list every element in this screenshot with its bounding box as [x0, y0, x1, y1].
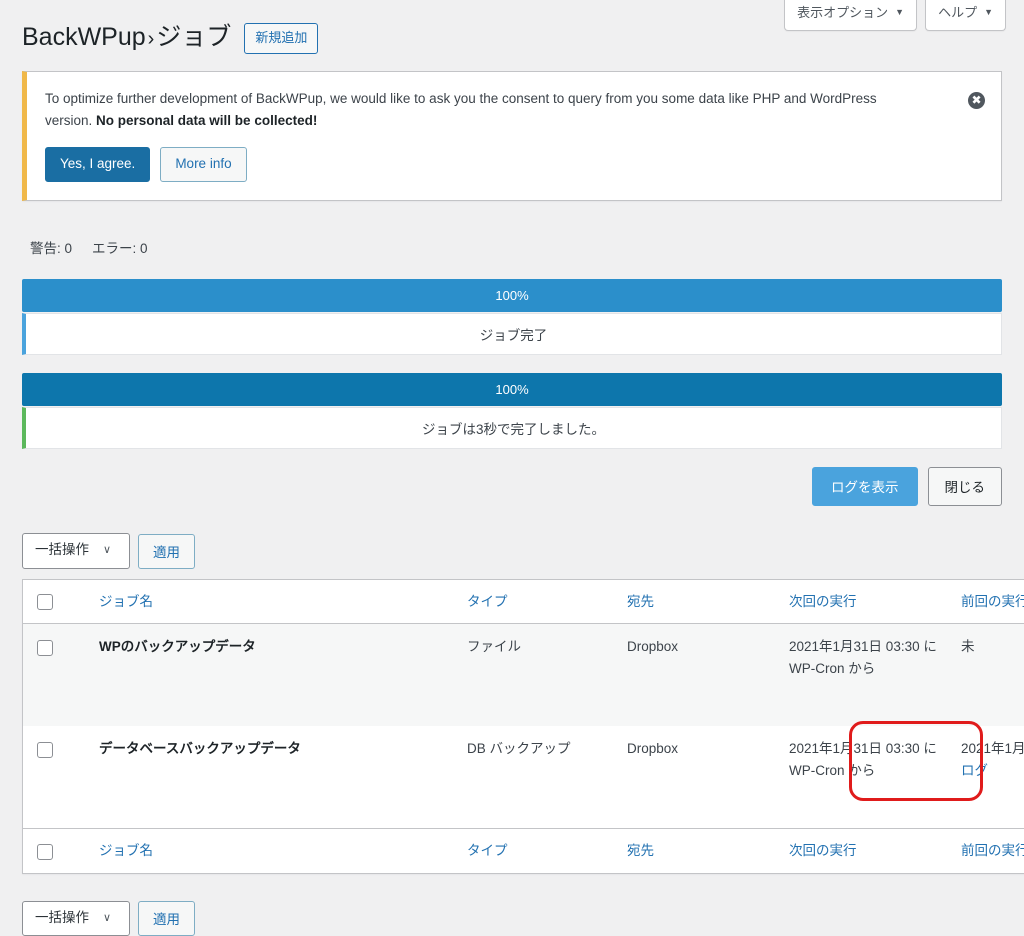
select-all-footer: [23, 829, 90, 874]
progress-percent-step: 100%: [495, 383, 528, 396]
page-title: BackWPup›ジョブ: [22, 21, 231, 54]
consent-notice-text: To optimize further development of BackW…: [45, 88, 925, 133]
cell-job-last-run: 未: [951, 624, 1024, 727]
counters: 警告: 0 エラー: 0: [30, 237, 1002, 257]
column-header-name[interactable]: ジョブ名: [89, 579, 457, 624]
add-new-job-button[interactable]: 新規追加: [244, 23, 318, 55]
page-title-sub: ジョブ: [156, 23, 231, 51]
screen-options-label: 表示オプション: [797, 5, 888, 21]
page-title-main: BackWPup: [22, 23, 146, 51]
jobs-table-foot: ジョブ名 タイプ 宛先 次回の実行 前回の実行: [23, 829, 1024, 874]
column-header-next-run[interactable]: 次回の実行: [779, 579, 951, 624]
cell-job-last-run: 2021年1月30日 18:50 ログ: [951, 726, 1024, 829]
more-info-button[interactable]: More info: [160, 147, 246, 183]
chevron-down-icon: ∨: [103, 910, 111, 927]
jobs-table-body: WPのバックアップデータ ファイル Dropbox 2021年1月31日 03:…: [23, 624, 1024, 829]
column-footer-name[interactable]: ジョブ名: [89, 829, 457, 874]
log-actions: ログを表示 閉じる: [22, 467, 1002, 506]
error-count: エラー: 0: [92, 237, 148, 257]
progress-bar-step: 100%: [22, 373, 1002, 406]
column-footer-destination[interactable]: 宛先: [617, 829, 779, 874]
chevron-down-icon: ▼: [895, 8, 904, 17]
cell-job-type: ファイル: [457, 624, 617, 727]
row-select-cell: [23, 624, 90, 727]
job-name-link[interactable]: WPのバックアップデータ: [99, 639, 256, 654]
tablenav-bottom: 一括操作 ∨ 適用: [22, 901, 1002, 936]
consent-notice: To optimize further development of BackW…: [22, 71, 1002, 201]
help-button[interactable]: ヘルプ ▼: [925, 0, 1006, 31]
bulk-action-label-top: 一括操作: [35, 540, 89, 560]
screen-meta-links: 表示オプション ▼ ヘルプ ▼: [784, 0, 1006, 31]
jobs-table-head: ジョブ名 タイプ 宛先 次回の実行 前回の実行: [23, 579, 1024, 624]
job-name-link[interactable]: データベースバックアップデータ: [99, 741, 301, 756]
row-select-cell: [23, 726, 90, 829]
show-log-button[interactable]: ログを表示: [812, 467, 918, 506]
apply-button-bottom[interactable]: 適用: [138, 901, 195, 936]
jobs-table: ジョブ名 タイプ 宛先 次回の実行 前回の実行 WPのバックアップデータ ファイ…: [22, 579, 1024, 874]
progress-bar-overall: 100%: [22, 279, 1002, 312]
select-all-checkbox-top[interactable]: [37, 594, 53, 610]
last-run-value: 2021年1月30日 18:50: [961, 741, 1024, 756]
row-checkbox[interactable]: [37, 742, 53, 758]
column-footer-last-run[interactable]: 前回の実行: [951, 829, 1024, 874]
log-link[interactable]: ログ: [961, 760, 988, 782]
close-icon[interactable]: ✖: [968, 92, 985, 109]
tablenav-top: 一括操作 ∨ 適用: [22, 533, 1002, 568]
progress-fill-step: 100%: [22, 373, 1002, 406]
progress-percent-overall: 100%: [495, 289, 528, 302]
bulk-action-select-bottom[interactable]: 一括操作 ∨: [22, 901, 130, 936]
column-footer-next-run[interactable]: 次回の実行: [779, 829, 951, 874]
screen-options-button[interactable]: 表示オプション ▼: [784, 0, 917, 31]
table-row: WPのバックアップデータ ファイル Dropbox 2021年1月31日 03:…: [23, 624, 1024, 727]
breadcrumb-separator: ›: [146, 28, 157, 50]
column-header-destination[interactable]: 宛先: [617, 579, 779, 624]
chevron-down-icon: ∨: [103, 542, 111, 559]
help-label: ヘルプ: [938, 5, 977, 21]
cell-job-destination: Dropbox: [617, 624, 779, 727]
cell-job-destination: Dropbox: [617, 726, 779, 829]
close-button[interactable]: 閉じる: [928, 467, 1003, 506]
table-row: データベースバックアップデータ DB バックアップ Dropbox 2021年1…: [23, 726, 1024, 829]
progress-message-step: ジョブは3秒で完了しました。: [22, 407, 1002, 449]
job-working-area: 警告: 0 エラー: 0 100% ジョブ完了 100% ジョブは3秒で完了しま…: [0, 237, 1024, 936]
last-run-value: 未: [961, 639, 975, 654]
progress-block-overall: 100% ジョブ完了: [22, 279, 1002, 355]
agree-button[interactable]: Yes, I agree.: [45, 147, 150, 183]
table-header-row: ジョブ名 タイプ 宛先 次回の実行 前回の実行: [23, 579, 1024, 624]
cell-job-next-run: 2021年1月31日 03:30 に WP-Cron から: [779, 624, 951, 727]
bulk-action-select-top[interactable]: 一括操作 ∨: [22, 533, 130, 568]
consent-notice-text-bold: No personal data will be collected!: [96, 113, 317, 128]
bulk-action-label-bottom: 一括操作: [35, 908, 89, 928]
cell-job-name: データベースバックアップデータ: [89, 726, 457, 829]
apply-button-top[interactable]: 適用: [138, 534, 195, 569]
row-checkbox[interactable]: [37, 640, 53, 656]
select-all-checkbox-bottom[interactable]: [37, 844, 53, 860]
consent-notice-actions: Yes, I agree. More info: [45, 147, 961, 183]
cell-job-name: WPのバックアップデータ: [89, 624, 457, 727]
progress-message-overall: ジョブ完了: [22, 313, 1002, 355]
select-all-header: [23, 579, 90, 624]
column-footer-type[interactable]: タイプ: [457, 829, 617, 874]
column-header-type[interactable]: タイプ: [457, 579, 617, 624]
cell-job-next-run: 2021年1月31日 03:30 に WP-Cron から: [779, 726, 951, 829]
warning-count: 警告: 0: [30, 237, 72, 257]
table-footer-row: ジョブ名 タイプ 宛先 次回の実行 前回の実行: [23, 829, 1024, 874]
progress-block-step: 100% ジョブは3秒で完了しました。: [22, 373, 1002, 449]
chevron-down-icon: ▼: [984, 8, 993, 17]
column-header-last-run[interactable]: 前回の実行: [951, 579, 1024, 624]
cell-job-type: DB バックアップ: [457, 726, 617, 829]
progress-fill-overall: 100%: [22, 279, 1002, 312]
